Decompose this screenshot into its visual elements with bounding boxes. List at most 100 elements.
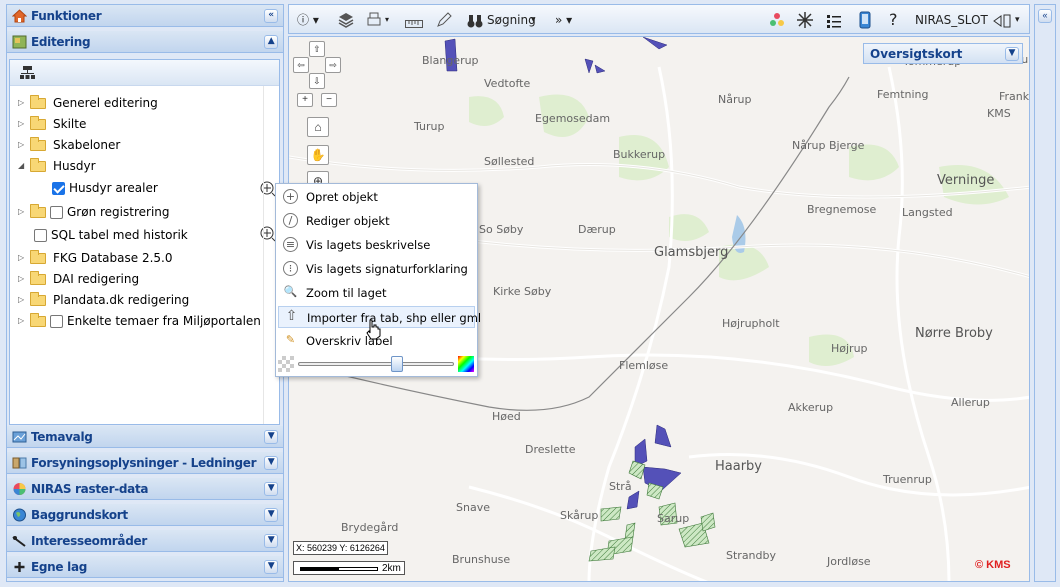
list-icon: ≡ — [283, 237, 298, 252]
expand-icon[interactable]: ▷ — [18, 269, 27, 289]
right-collapsed-panel: « — [1034, 4, 1056, 582]
tree-label: FKG Database 2.5.0 — [53, 251, 173, 265]
expand-icon[interactable]: ▷ — [18, 114, 27, 134]
info-tool-button[interactable]: ⓘ ▾ — [297, 11, 319, 29]
legend-icon: ⁝ — [283, 261, 298, 276]
egne-label: Egne lag — [31, 560, 88, 574]
place-label: Skårup — [560, 509, 599, 522]
folder-icon — [30, 313, 46, 327]
niras-expand-button[interactable]: ▼ — [264, 482, 278, 496]
overview-map-header[interactable]: Oversigtskort ▼ — [863, 43, 1023, 64]
map-toolbar: ⓘ ▾ ▾ Søgning ▾ » ▾ ? NIRAS_SLOT ▾ — [288, 4, 1030, 34]
interesse-header[interactable]: Interesseområder ▼ — [7, 530, 283, 552]
menu-rediger-objekt[interactable]: / Rediger objekt — [278, 210, 475, 232]
search-button[interactable]: Søgning — [487, 11, 536, 29]
home-extent-button[interactable]: ⌂ — [307, 117, 329, 137]
interesse-expand-button[interactable]: ▼ — [264, 534, 278, 548]
transparent-swatch-icon — [278, 356, 294, 372]
more-label: » — [555, 13, 563, 27]
pan-down-button[interactable]: ⇩ — [309, 73, 325, 89]
place-label: Brunshuse — [452, 553, 511, 566]
zoom-icon: 🔍 — [283, 285, 298, 298]
logout-icon[interactable] — [993, 12, 1011, 30]
hierarchy-icon[interactable] — [20, 66, 35, 80]
help-button[interactable]: ? — [889, 11, 898, 29]
collapse-icon[interactable]: ◢ — [18, 156, 27, 176]
place-label: KMS — [987, 107, 1011, 120]
editering-collapse-button[interactable]: ▲ — [264, 35, 278, 49]
expand-icon[interactable]: ▷ — [18, 290, 27, 310]
place-label: Bregnemose — [807, 203, 877, 216]
egne-expand-button[interactable]: ▼ — [264, 560, 278, 574]
zoom-in-button[interactable]: + — [297, 93, 313, 107]
edit-map-icon — [12, 35, 27, 49]
zoom-out-button[interactable]: − — [321, 93, 337, 107]
layer-checkbox[interactable] — [50, 315, 63, 328]
pan-hand-button[interactable]: ✋ — [307, 145, 329, 165]
overview-expand-button[interactable]: ▼ — [1005, 47, 1019, 61]
legend-list-icon[interactable] — [827, 12, 841, 30]
place-label: Strå — [609, 480, 632, 493]
layers-icon[interactable] — [337, 11, 355, 29]
search-dropdown[interactable]: ▾ — [531, 11, 536, 29]
menu-opret-objekt[interactable]: + Opret objekt — [278, 186, 475, 208]
place-label: Akkerup — [788, 401, 834, 414]
tree-label: Husdyr arealer — [69, 181, 158, 195]
measure-icon[interactable] — [405, 15, 423, 33]
layer-checkbox[interactable] — [34, 229, 47, 242]
pan-right-button[interactable]: ⇨ — [325, 57, 341, 73]
niras-header[interactable]: NIRAS raster-data ▼ — [7, 478, 283, 500]
pan-left-button[interactable]: ⇦ — [293, 57, 309, 73]
binoculars-icon — [467, 15, 483, 28]
pan-up-button[interactable]: ⇧ — [309, 41, 325, 57]
menu-vis-beskrivelse[interactable]: ≡ Vis lagets beskrivelse — [278, 234, 475, 256]
egne-header[interactable]: Egne lag ▼ — [7, 556, 283, 578]
folder-icon — [30, 95, 46, 109]
plus-icon — [14, 562, 25, 572]
collapse-panel-button[interactable]: « — [264, 9, 278, 23]
menu-vis-signatur[interactable]: ⁝ Vis lagets signaturforklaring — [278, 258, 475, 280]
place-label: Snave — [456, 501, 490, 514]
funktioner-header[interactable]: Funktioner « — [7, 5, 283, 27]
forsyning-expand-button[interactable]: ▼ — [264, 456, 278, 470]
color-tool-icon[interactable] — [768, 11, 786, 29]
place-label: Højrupholt — [722, 317, 780, 330]
place-label: Kirke Søby — [493, 285, 552, 298]
place-label: Frank — [999, 90, 1030, 103]
temavalg-header[interactable]: Temavalg ▼ — [7, 426, 283, 448]
slider-thumb[interactable] — [391, 356, 403, 372]
forsyning-label: Forsyningsoplysninger - Ledninger — [31, 456, 257, 470]
temavalg-expand-button[interactable]: ▼ — [264, 430, 278, 444]
expand-icon[interactable]: ▷ — [18, 311, 27, 331]
mobile-icon[interactable] — [859, 11, 871, 29]
expand-right-panel-button[interactable]: « — [1038, 9, 1052, 23]
tree-label: Skilte — [53, 117, 87, 131]
folder-icon — [30, 292, 46, 306]
snowflake-icon[interactable] — [796, 11, 814, 29]
baggrund-expand-button[interactable]: ▼ — [264, 508, 278, 522]
folder-icon — [30, 137, 46, 151]
editering-header[interactable]: Editering ▲ — [7, 31, 283, 53]
expand-icon[interactable]: ▷ — [18, 135, 27, 155]
slider-track[interactable] — [298, 362, 454, 366]
layer-checkbox[interactable] — [52, 182, 65, 195]
map-theme-icon — [12, 431, 27, 443]
print-icon[interactable] — [365, 11, 383, 29]
pencil-icon[interactable] — [435, 11, 453, 29]
place-label: Søllested — [484, 155, 535, 168]
expand-icon[interactable]: ▷ — [18, 202, 27, 222]
expand-icon[interactable]: ▷ — [18, 248, 27, 268]
place-label: Nårup — [718, 93, 752, 106]
print-dropdown[interactable]: ▾ — [385, 11, 389, 29]
place-label: Allerup — [951, 396, 990, 409]
place-label: Egemosedam — [535, 112, 611, 125]
menu-zoom-til-laget[interactable]: 🔍 Zoom til laget — [278, 282, 475, 304]
baggrund-header[interactable]: Baggrundskort ▼ — [7, 504, 283, 526]
menu-label: Vis lagets signaturforklaring — [306, 262, 468, 276]
logout-dropdown[interactable]: ▾ — [1015, 11, 1020, 29]
forsyning-header[interactable]: Forsyningsoplysninger - Ledninger ▼ — [7, 452, 283, 474]
expand-icon[interactable]: ▷ — [18, 93, 27, 113]
more-tools-button[interactable]: » ▾ — [555, 11, 572, 29]
layer-checkbox[interactable] — [50, 206, 63, 219]
opacity-slider[interactable] — [278, 355, 475, 373]
